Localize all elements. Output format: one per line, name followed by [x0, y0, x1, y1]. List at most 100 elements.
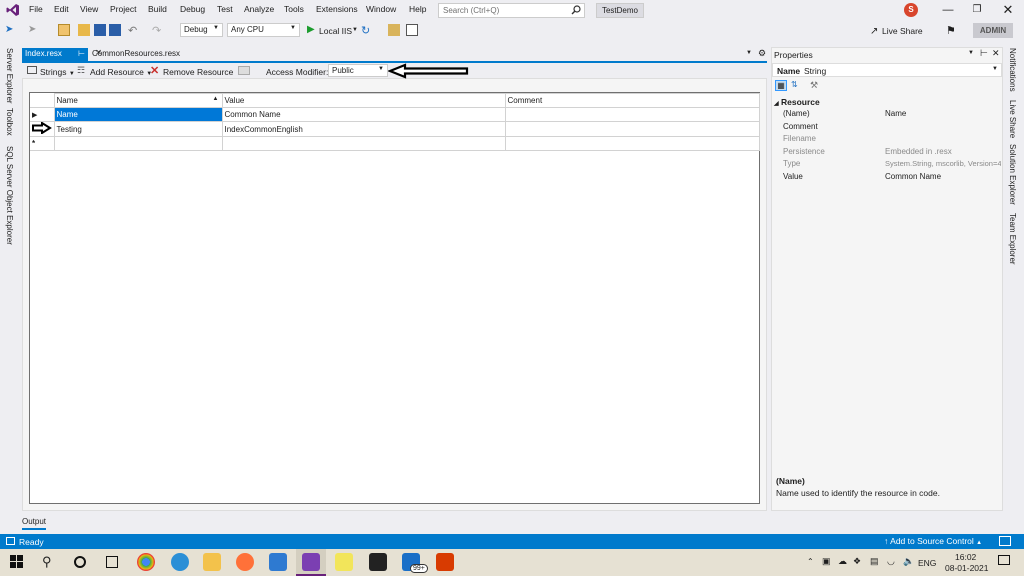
menu-item-file[interactable]: File [29, 4, 43, 14]
menu-item-help[interactable]: Help [409, 4, 426, 14]
run-target-dropdown-icon[interactable]: ▼ [352, 27, 358, 33]
save-icon[interactable] [94, 24, 106, 36]
visual-studio-icon[interactable] [302, 553, 320, 571]
menu-item-edit[interactable]: Edit [54, 4, 69, 14]
server-explorer-tab[interactable]: Server Explorer [5, 48, 14, 104]
table-row[interactable]: ▶ Name Common Name [30, 107, 760, 122]
notifications-tab[interactable]: Notifications [1008, 48, 1017, 92]
object-selector[interactable]: Name String ▼ [772, 63, 1002, 77]
property-row[interactable]: Persistence Embedded in .resx [774, 147, 1001, 160]
cell-comment[interactable] [504, 136, 760, 151]
store-icon[interactable] [369, 553, 387, 571]
cell-name[interactable]: Testing [53, 121, 223, 137]
clock-date[interactable]: 08-01-2021 [945, 563, 988, 573]
settings-gear-icon[interactable]: ⚙ [758, 48, 766, 59]
table-row[interactable]: Testing IndexCommonEnglish [30, 121, 760, 137]
output-tab[interactable]: Output [22, 517, 46, 526]
menu-item-analyze[interactable]: Analyze [244, 4, 274, 14]
undo-icon[interactable]: ↶ [128, 24, 140, 37]
weather-icon[interactable]: ☁ [838, 556, 847, 567]
close-button[interactable]: ✕ [998, 3, 1018, 17]
remove-icon[interactable]: ✕ [150, 64, 159, 77]
property-category[interactable]: ◢ Resource [774, 97, 1001, 107]
dropbox-icon[interactable]: ❖ [853, 556, 861, 567]
menu-item-build[interactable]: Build [148, 4, 167, 14]
menu-item-window[interactable]: Window [366, 4, 396, 14]
cell-value[interactable] [221, 136, 506, 151]
network-icon[interactable]: ▤ [870, 556, 879, 567]
alphabetical-icon[interactable]: ⇅ [791, 80, 798, 89]
open-folder-icon[interactable] [78, 24, 90, 36]
browser-link-icon[interactable] [388, 24, 400, 36]
wifi-icon[interactable]: ◡ [887, 556, 895, 567]
save-all-icon[interactable] [109, 24, 121, 36]
cell-value[interactable]: Common Name [221, 107, 506, 122]
windows-start-icon[interactable] [10, 555, 24, 569]
edge-icon[interactable] [171, 553, 189, 571]
volume-icon[interactable]: 🔈 [903, 556, 914, 567]
pin-icon[interactable]: ⊢ [78, 49, 85, 58]
property-row[interactable]: (Name) Name [774, 109, 1001, 122]
office-icon[interactable] [436, 553, 454, 571]
task-view-icon[interactable] [106, 556, 118, 568]
menu-item-extensions[interactable]: Extensions [316, 4, 358, 14]
snipping-tool-icon[interactable] [335, 553, 353, 571]
property-pages-icon[interactable]: ⚒ [810, 80, 818, 91]
column-header-comment[interactable]: Comment [504, 93, 760, 108]
categorized-icon[interactable]: ▦ [775, 80, 787, 91]
cell-value[interactable]: IndexCommonEnglish [221, 121, 506, 137]
minimize-button[interactable]: — [938, 3, 958, 17]
config-select[interactable]: Debug ▼ [180, 23, 223, 37]
menu-item-project[interactable]: Project [110, 4, 136, 14]
action-center-icon[interactable] [998, 555, 1010, 565]
property-row[interactable]: Type System.String, mscorlib, Version=4 [774, 159, 1001, 172]
run-icon[interactable]: ▶ [307, 24, 315, 35]
views-icon[interactable] [238, 66, 250, 75]
chrome-icon[interactable] [137, 553, 155, 571]
restore-button[interactable]: ❐ [967, 3, 987, 17]
strings-dropdown[interactable]: Strings ▼ [40, 67, 75, 77]
new-row[interactable]: * [30, 136, 760, 151]
cortana-icon[interactable] [74, 556, 86, 568]
panel-dropdown-icon[interactable]: ▼ [968, 50, 974, 56]
screenshot-icon[interactable] [406, 24, 418, 36]
menu-item-tools[interactable]: Tools [284, 4, 304, 14]
run-target[interactable]: Local IIS [319, 26, 352, 36]
access-modifier-select[interactable]: Public ▼ [328, 64, 388, 77]
add-resource-icon[interactable]: ☶ [77, 65, 85, 76]
menu-item-test[interactable]: Test [217, 4, 233, 14]
search-input[interactable]: Search (Ctrl+Q) [438, 3, 585, 18]
sql-server-object-explorer-tab[interactable]: SQL Server Object Explorer [5, 146, 14, 245]
menu-item-debug[interactable]: Debug [180, 4, 205, 14]
admin-badge[interactable]: ADMIN [973, 23, 1013, 38]
new-project-icon[interactable] [58, 24, 70, 36]
file-explorer-icon[interactable] [203, 553, 221, 571]
live-share-tab[interactable]: Live Share [1008, 100, 1017, 138]
strings-icon[interactable] [27, 66, 37, 74]
property-row[interactable]: Filename [774, 134, 1001, 147]
notifications-icon[interactable] [999, 536, 1011, 546]
cell-comment[interactable] [504, 107, 760, 122]
toolbox-tab[interactable]: Toolbox [5, 108, 14, 136]
add-resource-button[interactable]: Add Resource ▼ [90, 67, 152, 77]
remove-resource-button[interactable]: Remove Resource [163, 67, 233, 77]
firefox-icon[interactable] [236, 553, 254, 571]
source-control-button[interactable]: ↑ Add to Source Control ▲ [884, 536, 982, 546]
live-share-button[interactable]: Live Share [882, 26, 923, 36]
platform-select[interactable]: Any CPU ▼ [227, 23, 300, 37]
search-icon[interactable]: ⚲ [42, 554, 52, 570]
tab-list-dropdown-icon[interactable]: ▼ [746, 50, 752, 56]
clock-time[interactable]: 16:02 [955, 552, 976, 562]
property-row[interactable]: Comment [774, 122, 1001, 135]
redo-icon[interactable]: ↷ [152, 24, 164, 37]
solution-explorer-tab[interactable]: Solution Explorer [1008, 144, 1017, 205]
team-explorer-tab[interactable]: Team Explorer [1008, 213, 1017, 265]
panel-close-icon[interactable]: ✕ [992, 48, 1000, 59]
vscode-icon[interactable] [269, 553, 287, 571]
column-header-value[interactable]: Value [221, 93, 506, 108]
tray-app-icon[interactable]: ▣ [822, 556, 831, 567]
back-icon[interactable]: ➤ [5, 24, 17, 36]
refresh-icon[interactable]: ↻ [361, 24, 373, 37]
property-row[interactable]: Value Common Name [774, 172, 1001, 185]
column-header-name[interactable]: Name ▲ [53, 93, 223, 108]
